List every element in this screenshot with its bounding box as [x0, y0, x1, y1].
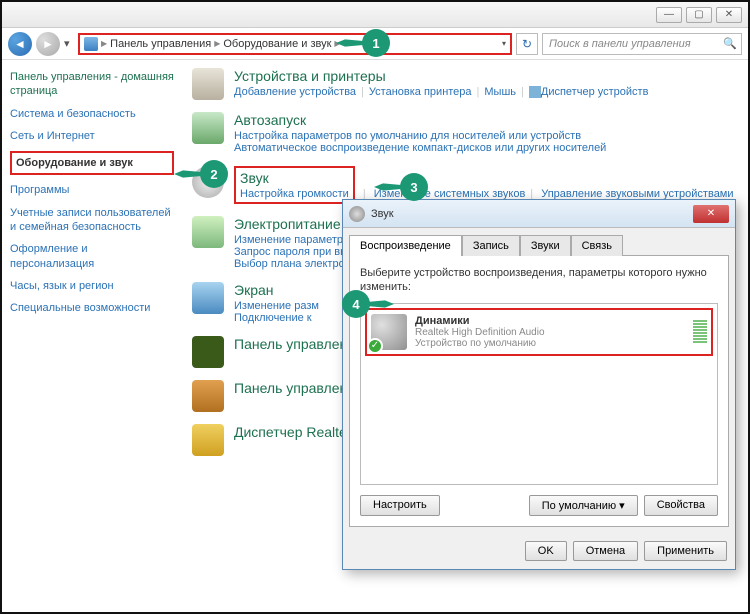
- sidebar-item-appearance[interactable]: Оформление и персонализация: [10, 242, 174, 271]
- category-devices: Устройства и принтеры Добавление устройс…: [192, 68, 738, 100]
- dialog-close-button[interactable]: ✕: [693, 205, 729, 223]
- nav-back-button[interactable]: ◄: [8, 32, 32, 56]
- sidebar-item-accessibility[interactable]: Специальные возможности: [10, 301, 174, 315]
- category-title[interactable]: Звук: [240, 170, 349, 186]
- window-minimize-button[interactable]: —: [656, 7, 682, 23]
- realtek-panel-icon: [192, 380, 224, 412]
- link-volume[interactable]: Настройка громкости: [240, 188, 349, 200]
- realtek-icon: [192, 424, 224, 456]
- device-item-speakers[interactable]: ✓ Динамики Realtek High Definition Audio…: [365, 308, 713, 356]
- search-input[interactable]: Поиск в панели управления 🔍: [542, 33, 742, 55]
- chevron-right-icon: ▶: [101, 39, 107, 48]
- category-autoplay: Автозапуск Настройка параметров по умолч…: [192, 112, 738, 154]
- category-title[interactable]: Устройства и принтеры: [234, 68, 738, 84]
- sidebar-item-network[interactable]: Сеть и Интернет: [10, 129, 174, 143]
- default-check-icon: ✓: [367, 338, 383, 354]
- dialog-tabs: Воспроизведение Запись Звуки Связь: [343, 228, 735, 255]
- window-maximize-button[interactable]: ▢: [686, 7, 712, 23]
- device-name: Динамики: [415, 315, 685, 327]
- callout-4: 4: [342, 290, 370, 318]
- set-default-button[interactable]: По умолчанию: [529, 495, 638, 516]
- dialog-instruction: Выберите устройство воспроизведения, пар…: [360, 266, 718, 295]
- tab-playback[interactable]: Воспроизведение: [349, 235, 462, 256]
- nav-forward-button[interactable]: ►: [36, 32, 60, 56]
- callout-1: 1: [362, 29, 390, 57]
- breadcrumb-hardware-sound[interactable]: Оборудование и звук: [223, 38, 331, 50]
- sidebar-home[interactable]: Панель управления - домашняя страница: [10, 70, 174, 99]
- link-text-size[interactable]: Изменение разм: [234, 300, 319, 312]
- callout-3: 3: [400, 173, 428, 201]
- sidebar-item-hardware-sound[interactable]: Оборудование и звук: [10, 151, 174, 175]
- sidebar-item-clock[interactable]: Часы, язык и регион: [10, 279, 174, 293]
- link-mouse[interactable]: Мышь: [484, 86, 516, 98]
- link-autoplay-cd[interactable]: Автоматическое воспроизведение компакт-д…: [234, 142, 606, 154]
- autoplay-icon: [192, 112, 224, 144]
- refresh-button[interactable]: ↻: [516, 33, 538, 55]
- link-add-device[interactable]: Добавление устройства: [234, 86, 356, 98]
- link-autoplay-defaults[interactable]: Настройка параметров по умолчанию для но…: [234, 130, 581, 142]
- link-power-plan[interactable]: Выбор плана электроп: [234, 258, 351, 270]
- power-icon: [192, 216, 224, 248]
- sidebar-item-accounts[interactable]: Учетные записи пользователей и семейная …: [10, 206, 174, 235]
- window-close-button[interactable]: ✕: [716, 7, 742, 23]
- shield-icon: [529, 86, 541, 98]
- device-driver: Realtek High Definition Audio: [415, 327, 685, 338]
- ok-button[interactable]: OK: [525, 541, 567, 561]
- breadcrumb[interactable]: ▶ Панель управления ▶ Оборудование и зву…: [78, 33, 512, 55]
- properties-button[interactable]: Свойства: [644, 495, 718, 516]
- sidebar-item-system[interactable]: Система и безопасность: [10, 107, 174, 121]
- cancel-button[interactable]: Отмена: [573, 541, 638, 561]
- search-placeholder: Поиск в панели управления: [549, 38, 691, 50]
- nvidia-icon: [192, 336, 224, 368]
- tab-recording[interactable]: Запись: [462, 235, 520, 256]
- device-status: Устройство по умолчанию: [415, 338, 685, 349]
- printer-icon: [192, 68, 224, 100]
- chevron-right-icon: ▶: [214, 39, 220, 48]
- nav-history-dropdown[interactable]: ▾: [64, 37, 74, 50]
- callout-2: 2: [200, 160, 228, 188]
- level-meter-icon: [693, 320, 707, 343]
- speaker-icon: [349, 206, 365, 222]
- display-icon: [192, 282, 224, 314]
- link-device-manager[interactable]: Диспетчер устройств: [541, 86, 649, 98]
- dialog-titlebar: Звук ✕: [343, 200, 735, 228]
- category-title[interactable]: Автозапуск: [234, 112, 738, 128]
- sidebar-item-programs[interactable]: Программы: [10, 183, 174, 197]
- sound-dialog: Звук ✕ Воспроизведение Запись Звуки Связ…: [342, 199, 736, 570]
- breadcrumb-dropdown[interactable]: ▾: [502, 39, 506, 48]
- search-icon[interactable]: 🔍: [723, 37, 737, 50]
- link-add-printer[interactable]: Установка принтера: [369, 86, 472, 98]
- tab-communications[interactable]: Связь: [571, 235, 623, 256]
- sidebar: Панель управления - домашняя страница Си…: [2, 60, 182, 612]
- breadcrumb-control-panel[interactable]: Панель управления: [110, 38, 211, 50]
- apply-button[interactable]: Применить: [644, 541, 727, 561]
- control-panel-icon: [84, 37, 98, 51]
- device-list[interactable]: ✓ Динамики Realtek High Definition Audio…: [360, 303, 718, 485]
- link-power-settings[interactable]: Изменение параметро: [234, 234, 349, 246]
- link-password-wake[interactable]: Запрос пароля при вы: [234, 246, 348, 258]
- configure-button[interactable]: Настроить: [360, 495, 440, 516]
- tab-sounds[interactable]: Звуки: [520, 235, 571, 256]
- link-connect-display[interactable]: Подключение к: [234, 312, 312, 324]
- window-titlebar: — ▢ ✕: [2, 2, 748, 28]
- dialog-title: Звук: [371, 208, 687, 220]
